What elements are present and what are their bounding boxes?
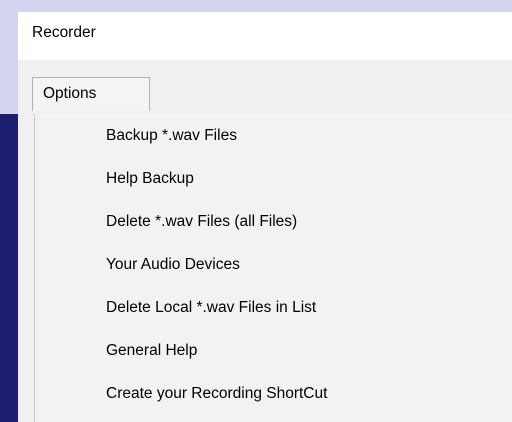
menu-item-label: General Help <box>106 342 198 359</box>
menu-item-delete-local-wav-files[interactable]: Delete Local *.wav Files in List <box>35 292 512 326</box>
menu-item-create-recording-shortcut[interactable]: Create your Recording ShortCut <box>35 378 512 412</box>
background-accent-bar <box>0 114 18 422</box>
menu-options[interactable]: Options <box>32 77 150 111</box>
menu-item-label: Delete Local *.wav Files in List <box>106 299 317 316</box>
window-title: Recorder <box>32 24 96 41</box>
menu-item-your-audio-devices[interactable]: Your Audio Devices <box>35 249 512 283</box>
menu-options-label: Options <box>43 85 97 102</box>
menu-item-label: Delete *.wav Files (all Files) <box>106 213 298 230</box>
menu-item-label: Create your Recording ShortCut <box>106 385 328 402</box>
menu-item-label: Help Backup <box>106 170 194 187</box>
menu-item-label: Backup *.wav Files <box>106 127 237 144</box>
menu-item-general-help[interactable]: General Help <box>35 335 512 369</box>
menu-item-delete-wav-files[interactable]: Delete *.wav Files (all Files) <box>35 206 512 240</box>
menu-item-backup-wav-files[interactable]: Backup *.wav Files <box>35 120 512 154</box>
menu-item-help-backup[interactable]: Help Backup <box>35 163 512 197</box>
menu-item-label: Your Audio Devices <box>106 256 240 273</box>
options-dropdown-menu: Backup *.wav Files Help Backup Delete *.… <box>34 114 512 422</box>
title-bar: Recorder <box>18 12 512 60</box>
